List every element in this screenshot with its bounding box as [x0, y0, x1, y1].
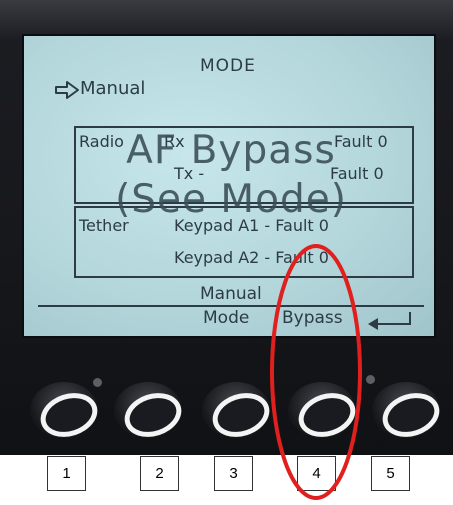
- softkey-bypass-label: Bypass: [282, 308, 343, 328]
- arrow-right-outline-icon: [55, 81, 79, 99]
- softkey-divider: [38, 305, 424, 307]
- overlay-message-line1: AF Bypass: [126, 128, 336, 173]
- softkey-button-2[interactable]: [114, 382, 182, 438]
- softkey-mode-label: Mode: [203, 308, 250, 328]
- button-number-3: 3: [214, 456, 253, 491]
- button-number-2: 2: [140, 456, 179, 491]
- overlay-message-line2: (See Mode): [115, 177, 347, 222]
- softkey-manual-label: Manual: [200, 284, 262, 304]
- status-led-right: [366, 375, 375, 384]
- selected-mode: Manual: [80, 78, 146, 99]
- softkey-button-3[interactable]: [202, 382, 270, 438]
- status-led-left: [93, 378, 102, 387]
- softkey-button-1[interactable]: [30, 382, 98, 438]
- button-number-4: 4: [297, 456, 336, 491]
- keypad-a2-status: Keypad A2 - Fault 0: [174, 248, 329, 267]
- button-number-1: 1: [47, 456, 86, 491]
- device-bezel: MODE Manual Radio Rx Fault 0 Tx - Fault …: [0, 0, 453, 455]
- button-number-5: 5: [371, 456, 410, 491]
- screen-title: MODE: [200, 56, 256, 76]
- softkey-button-5[interactable]: [372, 382, 440, 438]
- enter-arrow-icon: [368, 312, 411, 330]
- softkey-button-4[interactable]: [288, 382, 356, 438]
- lcd-screen: MODE Manual Radio Rx Fault 0 Tx - Fault …: [22, 34, 436, 338]
